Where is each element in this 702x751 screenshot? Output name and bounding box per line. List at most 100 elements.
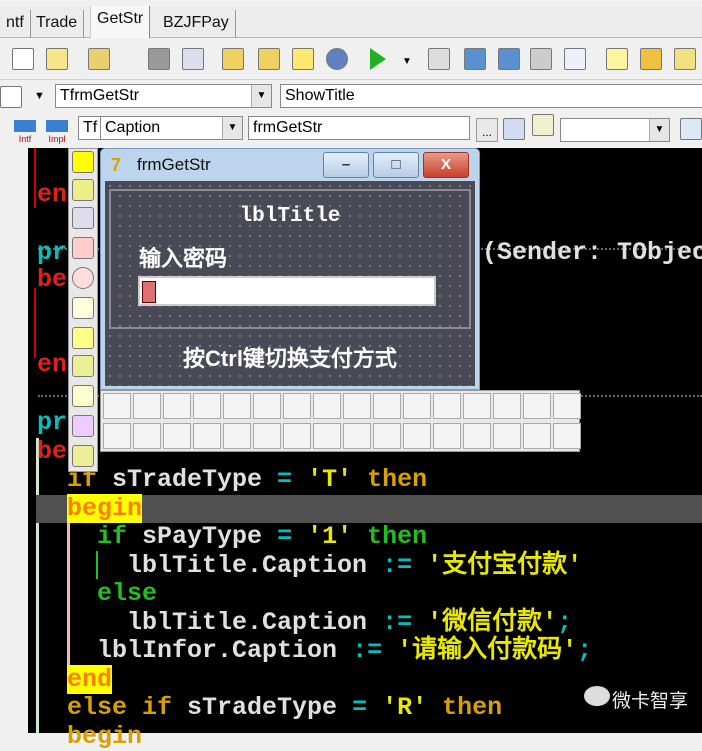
- align-tool-icon[interactable]: [103, 423, 131, 449]
- run-icon[interactable]: [370, 48, 386, 70]
- align-tool-icon[interactable]: [373, 423, 401, 449]
- code-token: ;: [557, 607, 573, 637]
- align-tool-icon[interactable]: [223, 423, 251, 449]
- password-label[interactable]: 输入密码: [139, 241, 227, 273]
- extra-combo[interactable]: ▼: [560, 118, 670, 142]
- align-tool-icon[interactable]: [313, 423, 341, 449]
- code-line: lblTitle.Caption := '微信付款';: [67, 607, 573, 637]
- add-file-icon[interactable]: [222, 48, 244, 70]
- align-tool-icon[interactable]: [223, 393, 251, 419]
- lbl-title[interactable]: lblTitle: [105, 205, 475, 228]
- align-tool-icon[interactable]: [253, 393, 281, 419]
- save-icon[interactable]: [148, 48, 170, 70]
- align-tool-icon[interactable]: [463, 393, 491, 419]
- trace-into-icon[interactable]: [498, 48, 520, 70]
- code-token: =: [277, 465, 308, 494]
- tab-intf[interactable]: ntf: [0, 10, 31, 38]
- new-form-icon[interactable]: [12, 48, 34, 70]
- align-tool-icon[interactable]: [253, 423, 281, 449]
- wrench-icon[interactable]: [72, 179, 94, 201]
- align-tool-icon[interactable]: [463, 423, 491, 449]
- intf-button[interactable]: Intf: [14, 120, 36, 144]
- new-item-icon[interactable]: [606, 48, 628, 70]
- anchor-icon[interactable]: [72, 327, 94, 349]
- align-tool-icon[interactable]: [163, 393, 191, 419]
- align-tool-icon[interactable]: [433, 423, 461, 449]
- anchor-circle-icon[interactable]: [72, 267, 94, 289]
- unit-icon[interactable]: [0, 86, 22, 108]
- align-tool-icon[interactable]: [373, 393, 401, 419]
- align-tool-icon[interactable]: [103, 393, 131, 419]
- maximize-button[interactable]: □: [373, 152, 419, 178]
- window-icon[interactable]: [72, 385, 94, 407]
- switch-hint-label[interactable]: 按Ctrl键切换支付方式: [105, 341, 475, 373]
- edit-icon[interactable]: [640, 48, 662, 70]
- chevron-down-icon[interactable]: ▼: [251, 85, 271, 107]
- flower-icon[interactable]: [72, 415, 94, 437]
- align-tool-icon[interactable]: [523, 393, 551, 419]
- windows-icon[interactable]: [674, 48, 696, 70]
- code-token: lblTitle.: [127, 607, 263, 637]
- align-tool-icon[interactable]: [133, 393, 161, 419]
- inspect-icon[interactable]: [564, 48, 586, 70]
- minimize-button[interactable]: –: [323, 152, 369, 178]
- align-tool-icon[interactable]: [193, 393, 221, 419]
- align-tool-icon[interactable]: [343, 423, 371, 449]
- form-designer-window[interactable]: 7 frmGetStr – □ X lblTitle 输入密码 按Ctrl键切换…: [100, 148, 480, 390]
- impl-button[interactable]: Impl: [46, 120, 68, 144]
- tab-trade[interactable]: Trade: [30, 10, 85, 38]
- method-combo[interactable]: ShowTitle: [280, 84, 702, 108]
- event-icon[interactable]: [532, 114, 554, 136]
- align-tool-icon[interactable]: [283, 393, 311, 419]
- align-tool-icon[interactable]: [553, 423, 581, 449]
- select-icon[interactable]: [182, 48, 204, 70]
- open-icon[interactable]: [88, 48, 110, 70]
- align-tool-icon[interactable]: [553, 393, 581, 419]
- align-tool-icon[interactable]: [433, 393, 461, 419]
- step-over-icon[interactable]: [464, 48, 486, 70]
- run-dropdown-icon[interactable]: ▼: [402, 56, 412, 67]
- run-to-cursor-icon[interactable]: [530, 48, 552, 70]
- password-input[interactable]: [138, 276, 436, 306]
- align-tool-icon[interactable]: [493, 393, 521, 419]
- user-icon[interactable]: [503, 118, 525, 140]
- new-unit-icon[interactable]: [46, 48, 68, 70]
- align-tool-icon[interactable]: [283, 423, 311, 449]
- align-tool-icon[interactable]: [343, 393, 371, 419]
- property-value-edit[interactable]: frmGetStr: [248, 116, 470, 140]
- class-combo[interactable]: TfrmGetStr ▼: [55, 84, 272, 108]
- pause-icon[interactable]: [428, 48, 450, 70]
- align-tool-icon[interactable]: [133, 423, 161, 449]
- chevron-down-icon[interactable]: ▼: [222, 117, 242, 139]
- property-combo[interactable]: Caption ▼: [100, 116, 243, 140]
- compile-icon[interactable]: [326, 48, 348, 70]
- align-tool-icon[interactable]: [523, 423, 551, 449]
- tab-bzjfpay[interactable]: BZJFPay: [157, 10, 236, 38]
- align-tool-icon[interactable]: [193, 423, 221, 449]
- close-button[interactable]: X: [423, 152, 469, 178]
- unit-dropdown-icon[interactable]: ▼: [34, 90, 45, 102]
- dollar-icon[interactable]: [72, 445, 94, 467]
- tab-getstr[interactable]: GetStr: [90, 6, 151, 38]
- ellipsis-button[interactable]: ...: [476, 118, 498, 142]
- tree-icon[interactable]: [72, 207, 94, 229]
- code-token: else: [97, 579, 158, 608]
- align-tool-icon[interactable]: [403, 423, 431, 449]
- layers-icon[interactable]: [72, 355, 94, 377]
- align-tool-icon[interactable]: [403, 393, 431, 419]
- window-anchor-icon[interactable]: [72, 297, 94, 319]
- align-tool-icon[interactable]: [163, 423, 191, 449]
- block-marker: [36, 438, 39, 733]
- code-line: begin: [67, 493, 143, 523]
- remove-file-icon[interactable]: [258, 48, 280, 70]
- grid-icon[interactable]: [72, 151, 94, 173]
- checklist-icon[interactable]: [292, 48, 314, 70]
- align-tool-icon[interactable]: [313, 393, 341, 419]
- align-tool-icon[interactable]: [493, 423, 521, 449]
- align-text-icon[interactable]: [680, 118, 702, 140]
- chevron-down-icon[interactable]: ▼: [649, 119, 669, 141]
- anchor-edit-icon[interactable]: [72, 237, 94, 259]
- code-token: :=: [382, 607, 428, 637]
- code-token: then: [367, 522, 428, 551]
